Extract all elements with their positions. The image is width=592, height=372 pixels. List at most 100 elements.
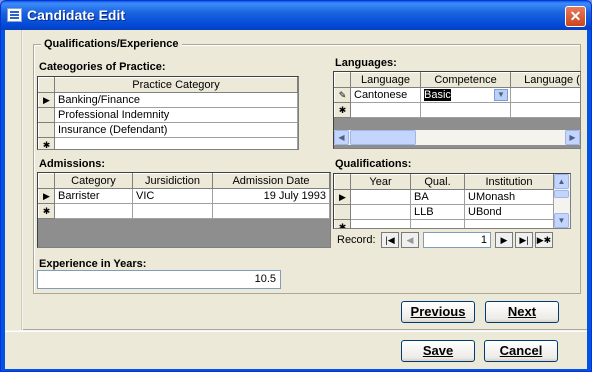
vertical-scrollbar[interactable]: ▲ ▼ [554, 174, 570, 228]
qual-cell[interactable]: LLB [410, 204, 465, 220]
scroll-thumb[interactable] [554, 190, 569, 198]
practice-cell[interactable]: Professional Indemnity [54, 107, 298, 123]
table-row: Professional Indemnity [38, 107, 298, 123]
previous-button[interactable]: Previous [401, 301, 475, 323]
admissions-subform[interactable]: Category Jursidiction Admission Date ▶ B… [37, 172, 331, 248]
scroll-down-icon[interactable]: ▼ [554, 213, 569, 228]
institution-cell[interactable]: UMonash [464, 189, 554, 205]
admissions-label: Admissions: [39, 158, 106, 170]
horizontal-scrollbar[interactable]: ◀ ▶ [334, 130, 580, 145]
window-title: Candidate Edit [27, 7, 126, 23]
language-cell[interactable] [350, 102, 421, 118]
experience-label: Experience in Years: [39, 258, 147, 270]
table-row: ✎ Cantonese Basic ▼ [334, 87, 580, 103]
jurisdiction-cell[interactable]: VIC [132, 188, 213, 204]
prev-record-icon[interactable]: ◀ [401, 232, 419, 248]
form-icon [7, 8, 22, 22]
record-navigator: Record: |◀ ◀ 1 ▶ ▶| ▶✱ [337, 232, 577, 249]
year-cell[interactable] [350, 219, 411, 228]
table-row: ▶ Barrister VIC 19 July 1993 [38, 188, 330, 204]
table-row: LLB UBond [334, 204, 554, 220]
practice-cell[interactable]: Banking/Finance [54, 92, 298, 108]
practice-cell[interactable]: Insurance (Defendant) [54, 122, 298, 138]
table-row: Insurance (Defendant) [38, 122, 298, 138]
current-row-icon[interactable]: ▶ [38, 188, 55, 204]
new-row-icon[interactable]: ✱ [334, 219, 351, 228]
new-row-icon[interactable]: ✱ [334, 102, 351, 118]
new-row-icon[interactable]: ✱ [38, 203, 55, 219]
scroll-left-icon[interactable]: ◀ [334, 130, 349, 145]
new-record-icon[interactable]: ▶✱ [535, 232, 553, 248]
first-record-icon[interactable]: |◀ [381, 232, 399, 248]
dropdown-arrow-icon[interactable]: ▼ [494, 89, 508, 101]
qual-header[interactable]: Qual. [410, 174, 465, 190]
header-corner [334, 174, 351, 190]
languages-subform[interactable]: Language Competence Language ( ✎ Cantone… [333, 71, 581, 149]
practice-category-header[interactable]: Practice Category [54, 77, 298, 93]
form-client-area: Qualifications/Experience Cateogories of… [5, 30, 587, 369]
competence-combo[interactable]: Basic ▼ [420, 87, 511, 103]
jurisdiction-header[interactable]: Jursidiction [132, 173, 213, 189]
category-header[interactable]: Category [54, 173, 133, 189]
record-selector-bar[interactable] [5, 30, 22, 330]
header-corner [38, 173, 55, 189]
languages-label: Languages: [335, 57, 397, 69]
scroll-thumb[interactable] [350, 130, 416, 145]
row-selector[interactable] [38, 107, 55, 123]
title-bar: Candidate Edit ✕ [1, 1, 591, 30]
row-selector[interactable] [38, 122, 55, 138]
competence-cell[interactable] [420, 102, 511, 118]
jurisdiction-cell[interactable] [132, 203, 213, 219]
year-cell[interactable] [350, 204, 411, 220]
language-header[interactable]: Language [350, 72, 421, 88]
scroll-right-icon[interactable]: ▶ [565, 130, 580, 145]
scroll-up-icon[interactable]: ▲ [554, 174, 569, 189]
admission-date-cell[interactable] [212, 203, 330, 219]
detail-section: Qualifications/Experience Cateogories of… [23, 30, 587, 330]
next-button[interactable]: Next [485, 301, 559, 323]
current-row-icon[interactable]: ▶ [38, 92, 55, 108]
close-button[interactable]: ✕ [565, 6, 586, 27]
group-title: Qualifications/Experience [41, 38, 182, 50]
cancel-button[interactable]: Cancel [484, 340, 558, 362]
language-cell[interactable]: Cantonese [350, 87, 421, 103]
table-row: ✱ [334, 102, 580, 118]
institution-header[interactable]: Institution [464, 174, 554, 190]
competence-value[interactable]: Basic [424, 89, 451, 101]
next-record-icon[interactable]: ▶ [495, 232, 513, 248]
row-selector[interactable] [334, 204, 351, 220]
record-label: Record: [337, 234, 376, 246]
category-cell[interactable]: Barrister [54, 188, 133, 204]
admission-date-cell[interactable]: 19 July 1993 [212, 188, 330, 204]
table-row: ▶ BA UMonash [334, 189, 554, 205]
year-header[interactable]: Year [350, 174, 411, 190]
table-row: ▶ Banking/Finance [38, 92, 298, 108]
header-corner [38, 77, 55, 93]
admission-date-header[interactable]: Admission Date [212, 173, 330, 189]
save-button[interactable]: Save [401, 340, 475, 362]
practice-subform[interactable]: Practice Category ▶ Banking/Finance Prof… [37, 76, 299, 150]
institution-cell[interactable] [464, 219, 554, 228]
qual-cell[interactable] [410, 219, 465, 228]
practice-cell[interactable] [54, 137, 298, 149]
form-footer: Save Cancel [5, 331, 587, 369]
pencil-icon: ✎ [334, 87, 351, 103]
category-cell[interactable] [54, 203, 133, 219]
language-extra-cell[interactable] [510, 102, 580, 118]
qualifications-subform[interactable]: Year Qual. Institution ▶ BA UMonash LLB … [333, 173, 571, 229]
language-extra-cell[interactable] [510, 87, 580, 103]
record-number-field[interactable]: 1 [423, 232, 491, 248]
competence-header[interactable]: Competence [420, 72, 511, 88]
new-row-icon[interactable]: ✱ [38, 137, 55, 149]
practice-label: Cateogories of Practice: [39, 61, 166, 73]
language-extra-header[interactable]: Language ( [510, 72, 580, 88]
year-cell[interactable] [350, 189, 411, 205]
last-record-icon[interactable]: ▶| [515, 232, 533, 248]
header-corner [334, 72, 351, 88]
window: Candidate Edit ✕ Qualifications/Experien… [0, 0, 592, 372]
current-row-icon[interactable]: ▶ [334, 189, 351, 205]
institution-cell[interactable]: UBond [464, 204, 554, 220]
qual-cell[interactable]: BA [410, 189, 465, 205]
table-row: ✱ [38, 203, 330, 219]
experience-field[interactable]: 10.5 [37, 270, 281, 289]
